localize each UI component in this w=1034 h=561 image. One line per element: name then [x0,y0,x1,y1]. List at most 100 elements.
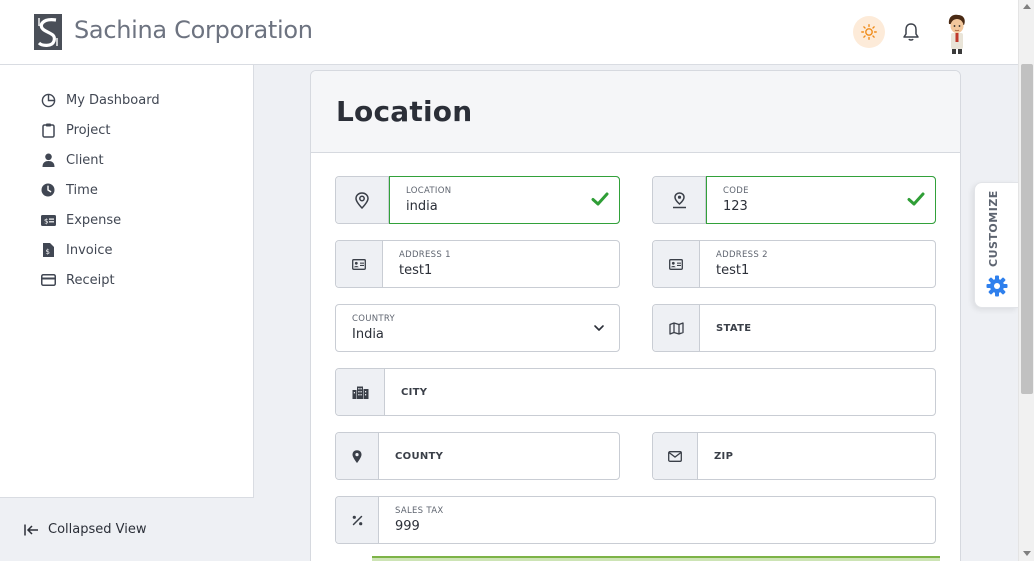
envelope-icon [668,450,682,462]
code-value: 123 [723,199,748,214]
sidebar-item-dashboard[interactable]: My Dashboard [0,85,253,115]
city-label: CITY [401,386,428,398]
location-input[interactable]: LOCATION india [389,176,620,224]
scrollbar-thumb[interactable] [1021,64,1033,394]
sidebar-item-expense[interactable]: $ Expense [0,205,253,235]
collapse-sidebar-button[interactable]: Collapsed View [0,497,254,561]
vertical-scrollbar[interactable] [1018,0,1034,561]
sidebar-item-label: Receipt [66,272,115,288]
map-pin-icon [355,191,369,209]
sidebar-item-client[interactable]: Client [0,145,253,175]
scroll-down-arrow-icon[interactable] [1023,551,1031,556]
location-marker-icon [672,191,686,208]
code-input[interactable]: CODE 123 [706,176,936,224]
clock-icon [40,182,56,198]
page-title: Location [336,95,473,128]
city-addon [336,369,385,415]
sidebar-item-label: My Dashboard [66,92,160,108]
zip-field[interactable]: ZIP [652,432,936,480]
notifications-button[interactable] [897,18,925,46]
sidebar-item-receipt[interactable]: Receipt [0,265,253,295]
location-label: LOCATION [406,186,452,196]
address2-label: ADDRESS 2 [716,250,768,260]
location-field[interactable]: LOCATION india [335,176,620,224]
pin-icon [352,449,362,463]
city-icon [352,386,368,399]
city-input[interactable]: CITY [385,369,935,415]
sales-tax-value: 999 [395,519,420,534]
sidebar-item-label: Time [66,182,98,198]
invoice-icon: $ [40,242,56,258]
address1-field[interactable]: ADDRESS 1 test1 [335,240,620,288]
id-card-icon [352,258,366,270]
theme-toggle-button[interactable] [853,16,885,48]
sales-tax-addon [336,497,379,543]
card-header: Location [311,71,960,153]
address1-value: test1 [399,263,433,278]
state-label: STATE [716,322,752,334]
code-label: CODE [723,186,749,196]
svg-text:$: $ [44,217,48,225]
valid-check-icon [907,192,925,206]
sun-icon [861,24,877,40]
customize-tab[interactable]: CUSTOMIZE [974,182,1018,308]
save-bar-partial[interactable] [372,556,940,561]
country-label: COUNTRY [352,314,396,324]
code-addon [653,177,706,223]
sidebar-item-label: Project [66,122,111,138]
scroll-up-arrow-icon[interactable] [1023,4,1031,9]
sidebar: My Dashboard Project Client Time $ Expen… [0,65,254,561]
sidebar-item-label: Invoice [66,242,113,258]
receipt-icon [40,272,56,288]
state-addon [653,305,700,351]
code-field[interactable]: CODE 123 [652,176,936,224]
sidebar-item-project[interactable]: Project [0,115,253,145]
address2-input[interactable]: ADDRESS 2 test1 [700,241,935,287]
money-icon: $ [40,212,56,228]
map-icon [668,321,684,335]
brand-name[interactable]: Sachina Corporation [74,16,313,44]
address1-label: ADDRESS 1 [399,250,451,260]
county-field[interactable]: COUNTY [335,432,620,480]
state-field[interactable]: STATE [652,304,936,352]
sidebar-item-label: Client [66,152,104,168]
location-value: india [406,199,438,214]
address1-addon [336,241,383,287]
address2-field[interactable]: ADDRESS 2 test1 [652,240,936,288]
location-addon [336,177,389,223]
percent-icon [352,515,362,525]
user-avatar[interactable] [942,12,972,54]
city-field[interactable]: CITY [335,368,936,416]
country-value: India [352,327,384,342]
clipboard-icon [40,122,56,138]
sales-tax-field[interactable]: SALES TAX 999 [335,496,936,544]
sidebar-item-time[interactable]: Time [0,175,253,205]
county-input[interactable]: COUNTY [379,433,619,479]
collapse-label: Collapsed View [48,522,147,537]
pie-chart-icon [40,92,56,108]
svg-text:$: $ [45,248,49,256]
top-bar: Sachina Corporation [0,0,1018,65]
address2-addon [653,241,700,287]
zip-addon [653,433,698,479]
company-logo[interactable] [34,14,62,50]
user-icon [40,152,56,168]
zip-input[interactable]: ZIP [698,433,935,479]
county-label: COUNTY [395,450,444,462]
chevron-down-icon[interactable] [593,323,605,333]
address2-value: test1 [716,263,750,278]
sidebar-item-label: Expense [66,212,122,228]
bell-icon [903,23,919,41]
zip-label: ZIP [714,450,734,462]
country-input[interactable]: COUNTRY India [336,305,619,351]
collapse-arrow-icon [24,524,40,536]
address1-input[interactable]: ADDRESS 1 test1 [383,241,619,287]
sales-tax-input[interactable]: SALES TAX 999 [379,497,935,543]
state-input[interactable]: STATE [700,305,935,351]
country-select[interactable]: COUNTRY India [335,304,620,352]
sales-tax-label: SALES TAX [395,506,444,516]
valid-check-icon [591,192,609,206]
county-addon [336,433,379,479]
sidebar-item-invoice[interactable]: $ Invoice [0,235,253,265]
gear-icon [986,275,1008,297]
